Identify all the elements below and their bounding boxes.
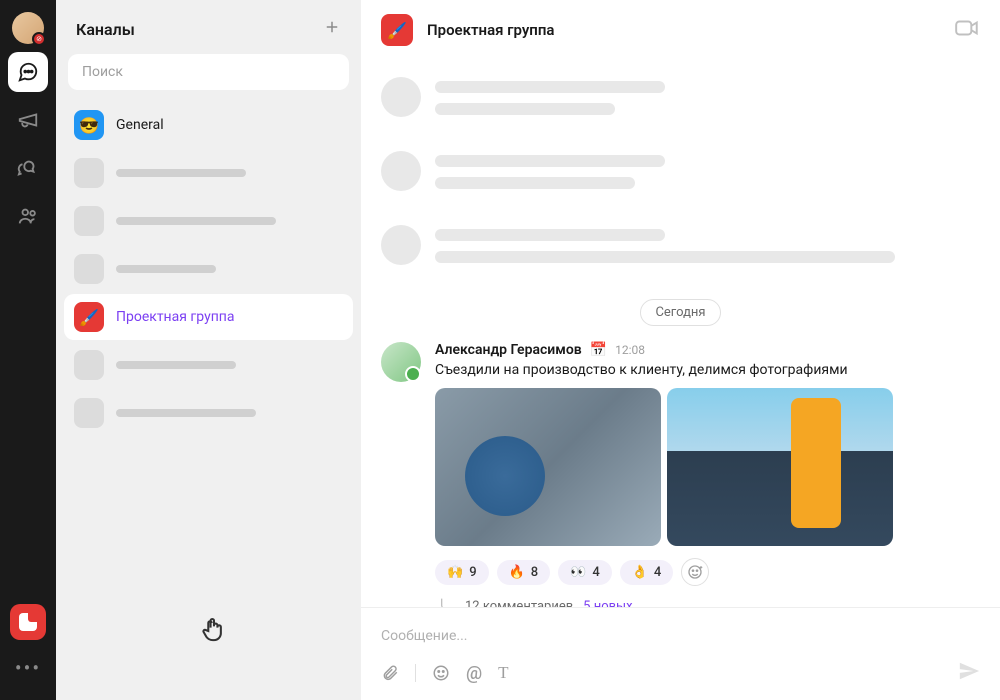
nav-rail: ⊘ ••• (0, 0, 56, 700)
chat-header: 🖌️ Проектная группа (361, 0, 1000, 61)
nav-messages[interactable] (8, 52, 48, 92)
format-button[interactable]: T (498, 663, 508, 683)
channel-item-skeleton (64, 246, 353, 292)
dnd-badge: ⊘ (32, 32, 46, 46)
message-skeleton (381, 151, 980, 199)
attachment-image[interactable] (667, 388, 893, 546)
send-button[interactable] (958, 660, 980, 686)
attachment-image[interactable] (435, 388, 661, 546)
chat-area: 🖌️ Проектная группа (361, 0, 1000, 700)
comments-count: 12 комментариев (465, 599, 573, 608)
chat-title: Проектная группа (427, 21, 554, 39)
mention-button[interactable]: @ (466, 663, 482, 684)
channel-item-skeleton (64, 150, 353, 196)
attach-button[interactable] (381, 664, 399, 682)
nav-discussions[interactable] (8, 148, 48, 188)
channel-name: General (116, 117, 164, 133)
chat-avatar: 🖌️ (381, 14, 413, 46)
channel-item-general[interactable]: 😎 General (64, 102, 353, 148)
message-composer: @ T (361, 607, 1000, 700)
nav-announcements[interactable] (8, 100, 48, 140)
comments-summary[interactable]: 12 комментариев 5 новых (435, 596, 980, 607)
message-author[interactable]: Александр Герасимов (435, 342, 582, 358)
reaction-pill[interactable]: 👌 4 (620, 560, 674, 585)
new-comments-count: 5 новых (583, 599, 632, 608)
channel-item-project[interactable]: 🖌️ Проектная группа (64, 294, 353, 340)
reaction-pill[interactable]: 🔥 8 (497, 560, 551, 585)
nav-people[interactable] (8, 196, 48, 236)
reactions-bar: 🙌 9 🔥 8 👀 4 👌 4 (435, 558, 980, 586)
search-input[interactable] (68, 54, 349, 90)
add-reaction-button[interactable] (681, 558, 709, 586)
more-menu[interactable]: ••• (7, 648, 49, 688)
message-skeleton (381, 77, 980, 125)
calendar-icon: 📅 (590, 342, 607, 358)
reaction-pill[interactable]: 🙌 9 (435, 560, 489, 585)
app-switcher[interactable] (10, 604, 46, 640)
message-time: 12:08 (615, 343, 645, 357)
channels-sidebar: Каналы 😎 General 🖌️ Проектная группа (56, 0, 361, 700)
message: Александр Герасимов 📅 12:08 Съездили на … (381, 342, 980, 607)
channel-item-skeleton (64, 198, 353, 244)
channels-title: Каналы (76, 20, 135, 39)
channel-list: 😎 General 🖌️ Проектная группа (56, 102, 361, 700)
user-avatar[interactable]: ⊘ (12, 12, 44, 44)
message-text: Съездили на производство к клиенту, дели… (435, 362, 980, 378)
message-attachments (435, 388, 980, 546)
channel-name: Проектная группа (116, 309, 234, 325)
channel-item-skeleton (64, 390, 353, 436)
channel-avatar: 😎 (74, 110, 104, 140)
messages-list: Сегодня Александр Герасимов 📅 12:08 Съез… (361, 61, 1000, 607)
composer-input[interactable] (381, 622, 980, 650)
add-channel-button[interactable] (323, 18, 341, 40)
video-call-button[interactable] (954, 15, 980, 45)
message-avatar[interactable] (381, 342, 421, 382)
date-divider: Сегодня (381, 299, 980, 326)
thread-icon (439, 596, 455, 607)
channel-avatar: 🖌️ (74, 302, 104, 332)
channel-item-skeleton (64, 342, 353, 388)
message-skeleton (381, 225, 980, 273)
reaction-pill[interactable]: 👀 4 (558, 560, 612, 585)
emoji-button[interactable] (432, 664, 450, 682)
